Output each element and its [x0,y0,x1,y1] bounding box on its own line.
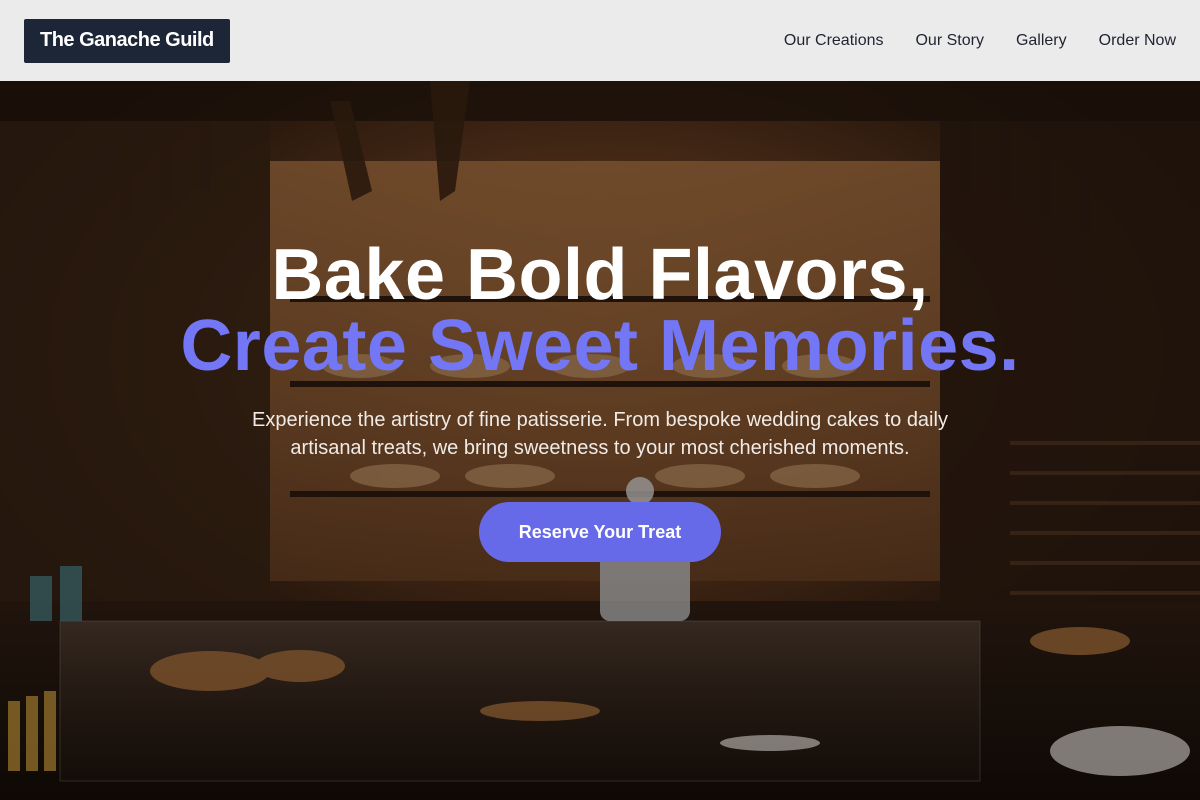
nav-link-our-creations[interactable]: Our Creations [784,32,884,50]
main-nav: Our Creations Our Story Gallery Order No… [784,32,1176,50]
site-header: The Ganache Guild Our Creations Our Stor… [0,0,1200,81]
hero-section: Bake Bold Flavors, Create Sweet Memories… [0,81,1200,800]
hero-description: Experience the artistry of fine patisser… [252,409,948,459]
nav-link-gallery[interactable]: Gallery [1016,32,1067,50]
nav-link-our-story[interactable]: Our Story [915,32,983,50]
brand-logo[interactable]: The Ganache Guild [24,18,230,63]
hero-headline-line-1: Bake Bold Flavors, [271,235,929,315]
hero-headline-line-2: Create Sweet Memories. [180,306,1020,386]
reserve-treat-button[interactable]: Reserve Your Treat [479,502,721,562]
nav-link-order-now[interactable]: Order Now [1099,32,1176,50]
